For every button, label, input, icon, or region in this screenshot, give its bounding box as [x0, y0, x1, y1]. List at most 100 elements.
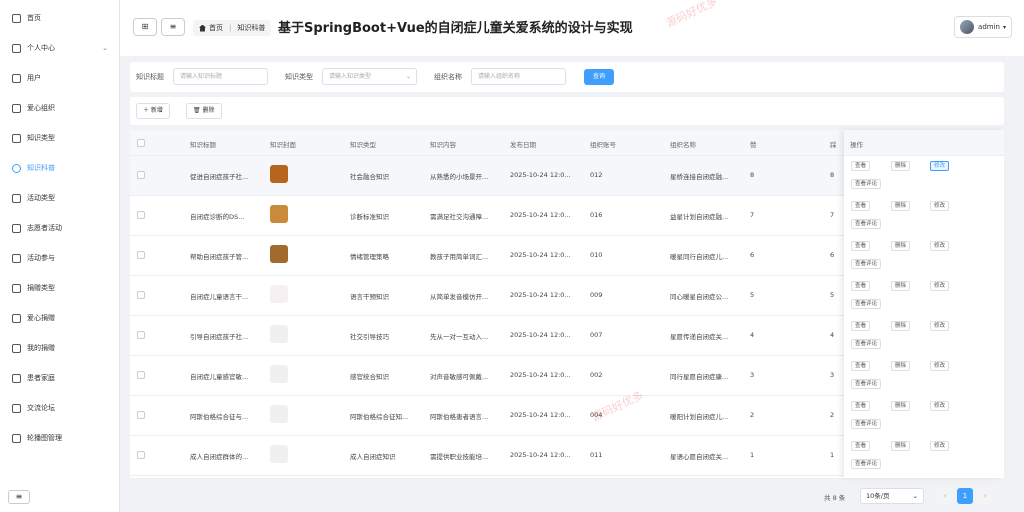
cell-org: 星愿传递自闭症关...	[670, 333, 729, 341]
cell-account: 007	[590, 331, 603, 339]
collapse-menu-button[interactable]: ≡	[8, 490, 30, 504]
view-button[interactable]: 查看	[851, 361, 871, 371]
select-all-checkbox[interactable]	[137, 139, 145, 147]
sidebar-item[interactable]: 活动参与	[0, 247, 120, 269]
org-search-input[interactable]: 请输入组织名称	[471, 68, 566, 85]
view-comments-button[interactable]: 查看评论	[851, 379, 882, 389]
add-button[interactable]: ＋ 新增	[136, 103, 170, 119]
sidebar-item-label: 首页	[27, 14, 41, 22]
row-checkbox[interactable]	[137, 171, 145, 179]
sidebar-item[interactable]: 患者家庭	[0, 367, 120, 389]
prev-page-button[interactable]: ‹	[937, 488, 953, 504]
sidebar-item[interactable]: 志愿者活动	[0, 217, 120, 239]
sidebar-item-label: 活动类型	[27, 194, 55, 202]
user-menu[interactable]: admin ▾	[954, 16, 1012, 38]
view-button[interactable]: 查看	[851, 161, 871, 171]
sidebar-item-label: 志愿者活动	[27, 224, 62, 232]
toolbar: ＋ 新增 🗑 删除	[130, 97, 1004, 125]
sidebar-item-label: 知识类型	[27, 134, 55, 142]
edit-button[interactable]: 修改	[930, 441, 950, 451]
search-label-org: 组织名称	[434, 73, 462, 81]
row-checkbox[interactable]	[137, 211, 145, 219]
cell-title: 帮助自闭症孩子管...	[190, 253, 249, 261]
sidebar-item[interactable]: 爱心组织	[0, 97, 120, 119]
view-button[interactable]: 查看	[851, 321, 871, 331]
delete-button[interactable]: 删除	[891, 161, 911, 171]
sidebar-item[interactable]: 爱心捐赠	[0, 307, 120, 329]
view-comments-button[interactable]: 查看评论	[851, 179, 882, 189]
row-checkbox[interactable]	[137, 291, 145, 299]
cell-type: 感官统合知识	[350, 373, 389, 381]
delete-button[interactable]: 删除	[891, 401, 911, 411]
sidebar-item-label: 知识科普	[27, 164, 55, 172]
delete-button[interactable]: 删除	[891, 361, 911, 371]
delete-button[interactable]: 删除	[891, 441, 911, 451]
current-page-button[interactable]: 1	[957, 488, 973, 504]
list-icon	[12, 343, 21, 353]
edit-button[interactable]: 修改	[930, 361, 950, 371]
page-size-select[interactable]: 10条/页 ⌄	[860, 488, 924, 504]
user-icon	[12, 43, 21, 53]
view-comments-button[interactable]: 查看评论	[851, 219, 882, 229]
view-button[interactable]: 查看	[851, 241, 871, 251]
type-search-select[interactable]: 请输入知识类型 ⌄	[322, 68, 417, 85]
sidebar-item[interactable]: 我的捐赠	[0, 337, 120, 359]
view-button[interactable]: 查看	[851, 281, 871, 291]
sidebar-item[interactable]: 知识科普	[0, 157, 120, 179]
cell-org: 暖阳计划自闭症儿...	[670, 413, 729, 421]
delete-button[interactable]: 删除	[891, 241, 911, 251]
sidebar-item[interactable]: 活动类型	[0, 187, 120, 209]
delete-button[interactable]: 删除	[891, 281, 911, 291]
title-search-input[interactable]: 请输入知识标题	[173, 68, 268, 85]
view-comments-button[interactable]: 查看评论	[851, 339, 882, 349]
edit-button[interactable]: 修改	[930, 321, 950, 331]
breadcrumb: 首页 | 知识科普	[193, 20, 272, 36]
cover-image	[270, 325, 288, 343]
next-page-button[interactable]: ›	[977, 488, 993, 504]
sidebar-item[interactable]: 知识类型	[0, 127, 120, 149]
delete-button[interactable]: 删除	[891, 321, 911, 331]
edit-button[interactable]: 修改	[930, 401, 950, 411]
view-comments-button[interactable]: 查看评论	[851, 459, 882, 469]
view-comments-button[interactable]: 查看评论	[851, 419, 882, 429]
sidebar-item[interactable]: 交流论坛	[0, 397, 120, 419]
view-button[interactable]: 查看	[851, 441, 871, 451]
menu-toggle-button[interactable]: ≡	[161, 18, 185, 36]
cell-org: 暖星同行自闭症儿...	[670, 253, 729, 261]
column-header: 知识标题	[190, 141, 216, 149]
row-checkbox[interactable]	[137, 411, 145, 419]
cell-down: 1	[830, 451, 835, 459]
batch-delete-button[interactable]: 🗑 删除	[186, 103, 222, 119]
sidebar-item-label: 爱心组织	[27, 104, 55, 112]
cell-title: 成人自闭症群体的...	[190, 453, 249, 461]
sidebar-item[interactable]: 首页	[0, 7, 120, 29]
row-checkbox[interactable]	[137, 331, 145, 339]
view-comments-button[interactable]: 查看评论	[851, 259, 882, 269]
breadcrumb-home[interactable]: 首页	[209, 23, 223, 33]
cell-up: 4	[750, 331, 755, 339]
edit-button[interactable]: 修改	[930, 201, 950, 211]
check-square-icon	[12, 253, 21, 263]
sidebar-item[interactable]: 个人中心 ⌄	[0, 37, 120, 59]
cell-title: 自闭症诊断的DS...	[190, 213, 245, 221]
breadcrumb-current: 知识科普	[237, 24, 266, 32]
cell-content: 对声音敏感可佩戴...	[430, 373, 489, 381]
grid-toggle-button[interactable]: ⊞	[133, 18, 157, 36]
view-button[interactable]: 查看	[851, 401, 871, 411]
edit-button[interactable]: 修改	[930, 281, 950, 291]
row-checkbox[interactable]	[137, 371, 145, 379]
row-checkbox[interactable]	[137, 251, 145, 259]
cell-content: 需满足社交沟通障...	[430, 213, 489, 221]
cell-type: 情绪管理策略	[350, 253, 389, 261]
search-button[interactable]: 查询	[584, 69, 614, 85]
edit-button[interactable]: 修改	[930, 241, 950, 251]
row-checkbox[interactable]	[137, 451, 145, 459]
sidebar-item[interactable]: 捐赠类型	[0, 277, 120, 299]
sidebar-item[interactable]: 轮播图管理	[0, 427, 120, 449]
view-comments-button[interactable]: 查看评论	[851, 299, 882, 309]
sidebar-item[interactable]: 用户	[0, 67, 120, 89]
view-button[interactable]: 查看	[851, 201, 871, 211]
cell-account: 016	[590, 211, 603, 219]
delete-button[interactable]: 删除	[891, 201, 911, 211]
edit-button[interactable]: 修改	[930, 161, 950, 171]
